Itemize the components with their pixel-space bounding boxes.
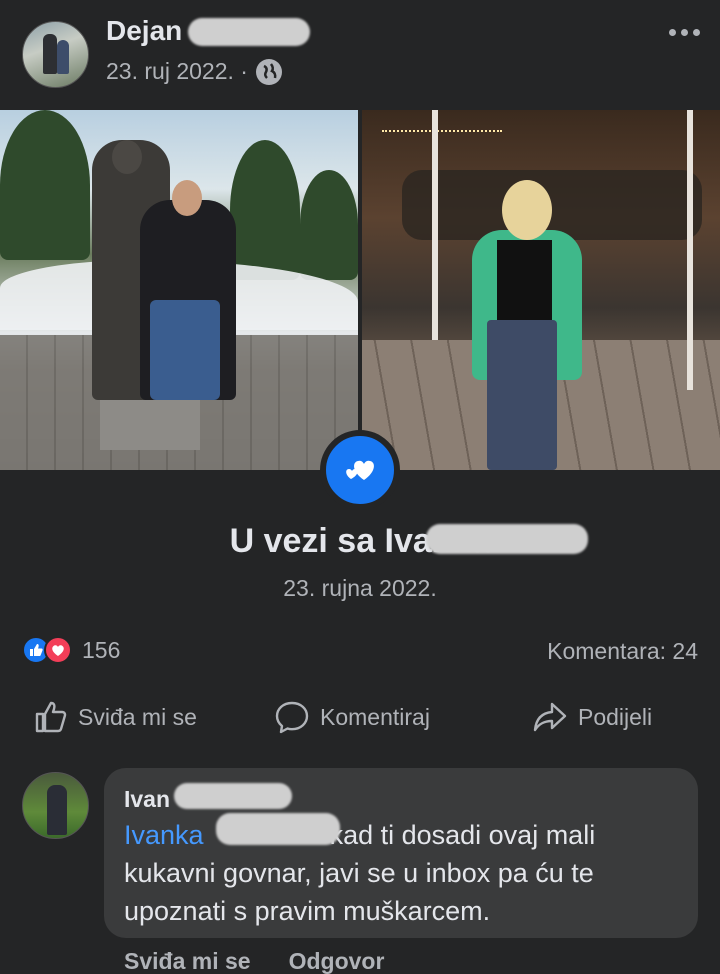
life-event-title: U vezi sa Ivanka <box>0 522 720 561</box>
like-button[interactable]: Sviđa mi se <box>34 700 197 734</box>
comment-button-label: Komentiraj <box>320 703 430 730</box>
hearts-icon <box>320 430 400 510</box>
comment-like-button[interactable]: Sviđa mi se <box>124 948 251 974</box>
comment-reply-button[interactable]: Odgovor <box>289 948 385 974</box>
thumbs-up-icon <box>35 701 67 733</box>
comment-bubble[interactable]: Ivan Ivanka kad ti dosadi ovaj mali kukav… <box>104 768 698 938</box>
reactions-summary[interactable]: 156 <box>22 636 120 664</box>
share-icon <box>533 702 567 732</box>
avatar-figure <box>57 40 69 74</box>
post-header: Dejan 23. ruj 2022. · <box>0 0 720 110</box>
photo-left[interactable] <box>0 110 358 470</box>
comment-mention[interactable]: Ivanka <box>124 820 204 850</box>
comment-text-line: kad ti dosadi ovaj mali <box>329 820 596 850</box>
author-name[interactable]: Dejan <box>106 15 182 47</box>
comment-actions: Sviđa mi se Odgovor <box>124 948 384 974</box>
redaction-mark <box>216 813 340 845</box>
author-avatar[interactable] <box>22 21 89 88</box>
comment-text-line: kukavni govnar, javi se u inbox pa ću te <box>124 858 594 888</box>
post-date[interactable]: 23. ruj 2022. · <box>106 58 248 85</box>
comment-count[interactable]: Komentara: 24 <box>547 638 698 665</box>
photo-right[interactable] <box>362 110 720 470</box>
more-options-icon[interactable] <box>666 22 702 42</box>
action-bar: Sviđa mi se Komentiraj Podijeli <box>0 690 720 744</box>
avatar-figure <box>43 34 57 74</box>
commenter-name[interactable]: Ivan <box>124 786 170 813</box>
redaction-mark <box>174 783 292 809</box>
photo-collage <box>0 110 720 470</box>
share-button-label: Podijeli <box>578 703 653 730</box>
comment-text-line: upoznati s pravim muškarcem. <box>124 896 491 926</box>
share-button[interactable]: Podijeli <box>532 700 652 734</box>
comment-bubble-icon <box>275 701 309 734</box>
post-meta: 23. ruj 2022. · <box>106 58 282 85</box>
life-event-date: 23. rujna 2022. <box>283 575 437 601</box>
redaction-mark <box>188 18 310 46</box>
like-button-label: Sviđa mi se <box>78 703 197 730</box>
reaction-count: 156 <box>82 636 121 663</box>
love-reaction-icon <box>44 636 72 664</box>
redaction-mark <box>426 524 588 554</box>
comment-button[interactable]: Komentiraj <box>274 700 430 734</box>
commenter-avatar[interactable] <box>22 772 89 839</box>
globe-icon <box>255 58 282 85</box>
comment-text: Ivanka kad ti dosadi ovaj mali kukavni go… <box>124 816 684 930</box>
